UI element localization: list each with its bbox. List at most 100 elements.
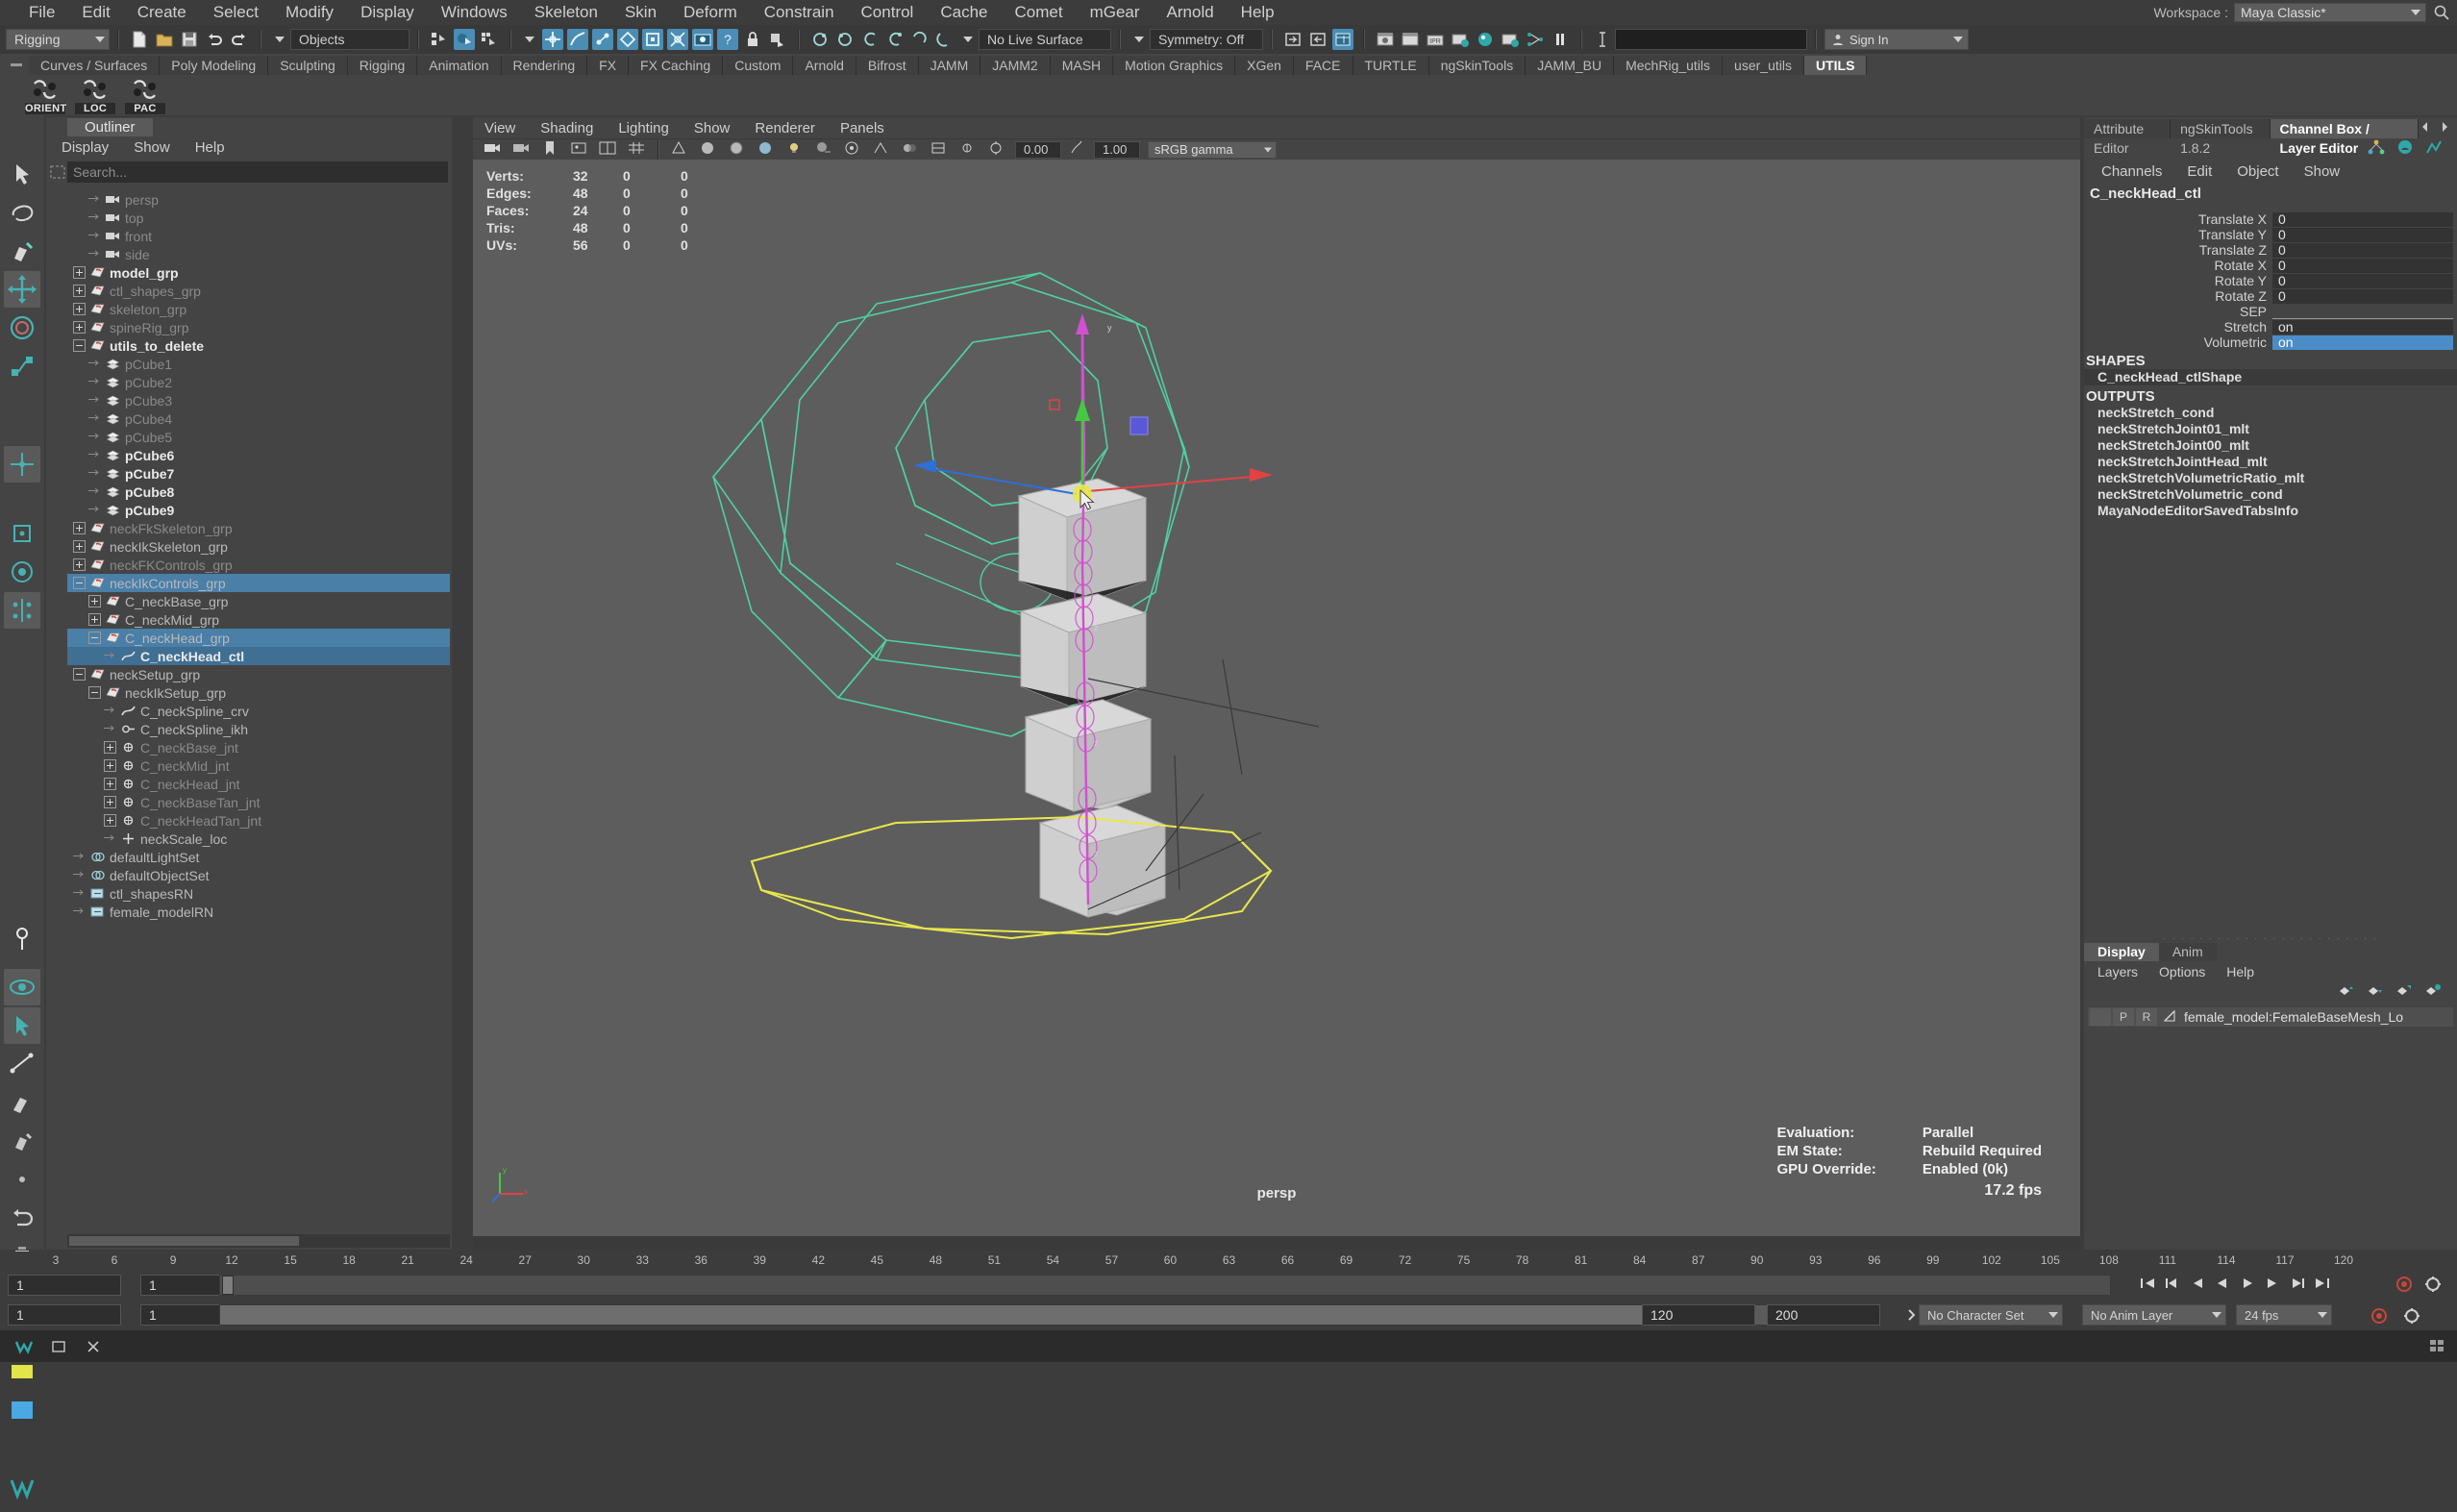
shelf-tab-face[interactable]: FACE bbox=[1293, 56, 1353, 75]
shelf-button-pac[interactable]: PAC bbox=[125, 76, 165, 114]
image-plane-icon[interactable] bbox=[569, 139, 590, 161]
expand-icon[interactable] bbox=[88, 613, 101, 626]
construction-history-icon-5[interactable] bbox=[909, 29, 931, 50]
right-tab-ngskintools-1-8-2[interactable]: ngSkinTools 1.8.2 bbox=[2171, 119, 2271, 156]
channel-value[interactable] bbox=[2272, 305, 2453, 319]
shelf-tab-sculpting[interactable]: Sculpting bbox=[268, 56, 348, 75]
channel-row-volumetric[interactable]: Volumetric on bbox=[2084, 335, 2457, 350]
shelf-tab-animation[interactable]: Animation bbox=[417, 56, 502, 75]
pause-render-icon[interactable] bbox=[1550, 29, 1571, 50]
cursor-arrow-icon[interactable] bbox=[4, 1007, 40, 1044]
outliner-item-ctl-shapes-grp[interactable]: ctl_shapes_grp bbox=[67, 282, 450, 300]
outliner-item-pcube4[interactable]: pCube4 bbox=[67, 409, 450, 428]
outliner-item-necksetup-grp[interactable]: neckSetup_grp bbox=[67, 665, 450, 683]
layer-move-up-icon[interactable] bbox=[2338, 983, 2355, 1004]
construction-history-icon-1[interactable] bbox=[809, 29, 831, 50]
soft-select-icon[interactable] bbox=[4, 554, 40, 590]
selection-mask-field[interactable]: Objects bbox=[290, 29, 410, 50]
current-frame-field[interactable]: 1 bbox=[8, 1275, 121, 1296]
outliner-item-neckikcontrols-grp[interactable]: neckIkControls_grp bbox=[67, 574, 450, 592]
expand-icon[interactable] bbox=[104, 741, 116, 754]
menu-view[interactable]: View bbox=[484, 120, 515, 136]
expand-icon[interactable] bbox=[104, 759, 116, 772]
panel-grip[interactable]: · · · · · · · · · · · · · · · · · · · · … bbox=[2084, 933, 2457, 943]
output-item[interactable]: neckStretchVolumetric_cond bbox=[2084, 486, 2457, 503]
outliner-item-skeleton-grp[interactable]: skeleton_grp bbox=[67, 300, 450, 318]
output-item[interactable]: neckStretch_cond bbox=[2084, 405, 2457, 421]
new-scene-icon[interactable] bbox=[129, 29, 150, 50]
outliner-item-c-neckhead-jnt[interactable]: C_neckHead_jnt bbox=[67, 775, 450, 793]
move-tool-icon[interactable] bbox=[4, 271, 40, 308]
viewport-hscrollbar[interactable] bbox=[473, 1236, 2080, 1250]
range-slider-track[interactable] bbox=[219, 1304, 1784, 1326]
menu-shading[interactable]: Shading bbox=[540, 120, 593, 136]
channel-value[interactable]: 0 bbox=[2272, 227, 2453, 242]
menu-comet[interactable]: Comet bbox=[1001, 0, 1076, 25]
save-scene-icon[interactable] bbox=[179, 29, 200, 50]
outliner-item-c-neckbasetan-jnt[interactable]: C_neckBaseTan_jnt bbox=[67, 793, 450, 811]
scale-tool-icon[interactable] bbox=[4, 348, 40, 384]
outliner-item-persp[interactable]: persp bbox=[67, 190, 450, 209]
render-view-icon[interactable] bbox=[692, 29, 713, 50]
help-search-icon[interactable] bbox=[2432, 3, 2451, 22]
outliner-item-neckiksetup-grp[interactable]: neckIkSetup_grp bbox=[67, 683, 450, 702]
snap-curve-icon[interactable] bbox=[567, 29, 588, 50]
anim-end-field[interactable]: 200 bbox=[1767, 1304, 1880, 1326]
channel-box-toggle-icon[interactable] bbox=[1332, 29, 1353, 50]
snap-grid-icon[interactable] bbox=[542, 29, 563, 50]
shelf-tab-bifrost[interactable]: Bifrost bbox=[856, 56, 919, 75]
outliner-item-c-neckhead-grp[interactable]: C_neckHead_grp bbox=[67, 629, 450, 647]
menu-options[interactable]: Options bbox=[2159, 964, 2205, 979]
layer-color-swatch[interactable] bbox=[2163, 1009, 2178, 1026]
play-back-icon[interactable] bbox=[2213, 1275, 2232, 1297]
menu-help[interactable]: Help bbox=[2226, 964, 2254, 979]
menu-cache[interactable]: Cache bbox=[927, 0, 1001, 25]
play-forward-icon[interactable] bbox=[2238, 1275, 2257, 1297]
node-editor-icon[interactable] bbox=[2367, 138, 2386, 161]
outliner-item-neckfkskeleton-grp[interactable]: neckFkSkeleton_grp bbox=[67, 519, 450, 537]
channel-value[interactable]: 0 bbox=[2272, 273, 2453, 288]
outliner-item-utils-to-delete[interactable]: utils_to_delete bbox=[67, 336, 450, 355]
menu-skin[interactable]: Skin bbox=[611, 0, 670, 25]
outliner-item-neckikskeleton-grp[interactable]: neckIkSkeleton_grp bbox=[67, 537, 450, 556]
expand-icon[interactable] bbox=[73, 558, 86, 571]
node-editor-icon[interactable] bbox=[1525, 29, 1546, 50]
shelf-tab-poly-modeling[interactable]: Poly Modeling bbox=[160, 56, 269, 75]
outliner-item-spinerig-grp[interactable]: spineRig_grp bbox=[67, 318, 450, 336]
outliner-item-c-neckspline-ikh[interactable]: C_neckSpline_ikh bbox=[67, 720, 450, 738]
shelf-tab-jamm-bu[interactable]: JAMM_BU bbox=[1526, 56, 1615, 75]
menu-channels[interactable]: Channels bbox=[2101, 163, 2162, 180]
outliner-item-neckscale-loc[interactable]: neckScale_loc bbox=[67, 830, 450, 848]
ipr-render-icon[interactable]: IPR bbox=[1425, 29, 1446, 50]
shelf-tab-motion-graphics[interactable]: Motion Graphics bbox=[1113, 56, 1236, 75]
undo-view-icon[interactable] bbox=[4, 1200, 40, 1236]
open-scene-icon[interactable] bbox=[154, 29, 175, 50]
lock-icon[interactable] bbox=[742, 29, 763, 50]
channel-value[interactable]: on bbox=[2272, 319, 2453, 335]
channel-row-rotate-y[interactable]: Rotate Y 0 bbox=[2084, 273, 2457, 288]
gamma-icon[interactable] bbox=[1067, 139, 1088, 161]
menu-edit[interactable]: Edit bbox=[68, 0, 123, 25]
exposure-field[interactable]: 0.00 bbox=[1015, 140, 1061, 159]
select-object-icon[interactable] bbox=[454, 29, 475, 50]
collapse-icon[interactable] bbox=[88, 632, 101, 644]
shelf-tab-jamm[interactable]: JAMM bbox=[918, 56, 981, 75]
shelf-tab-user-utils[interactable]: user_utils bbox=[1723, 56, 1804, 75]
expand-icon[interactable] bbox=[73, 266, 86, 279]
menu-show[interactable]: Show bbox=[134, 139, 170, 156]
show-desktop-icon[interactable] bbox=[2428, 1338, 2445, 1358]
menu-skeleton[interactable]: Skeleton bbox=[521, 0, 611, 25]
shelf-tab-turtle[interactable]: TURTLE bbox=[1353, 56, 1429, 75]
layer-state-cell[interactable]: R bbox=[2136, 1008, 2157, 1026]
shelf-tab-jamm2[interactable]: JAMM2 bbox=[980, 56, 1051, 75]
shape-item[interactable]: C_neckHead_ctlShape bbox=[2084, 369, 2457, 385]
symmetry-manip-icon[interactable] bbox=[4, 592, 40, 629]
textured-icon[interactable] bbox=[756, 139, 777, 161]
expand-icon[interactable] bbox=[73, 522, 86, 534]
layer-tab-display[interactable]: Display bbox=[2084, 943, 2159, 961]
xray-joints-icon[interactable] bbox=[957, 139, 979, 161]
gamma-field[interactable]: 1.00 bbox=[1094, 140, 1140, 159]
output-item[interactable]: neckStretchJoint01_mlt bbox=[2084, 421, 2457, 437]
layer-tab-anim[interactable]: Anim bbox=[2158, 943, 2217, 961]
shelf-tab-rendering[interactable]: Rendering bbox=[501, 56, 588, 75]
